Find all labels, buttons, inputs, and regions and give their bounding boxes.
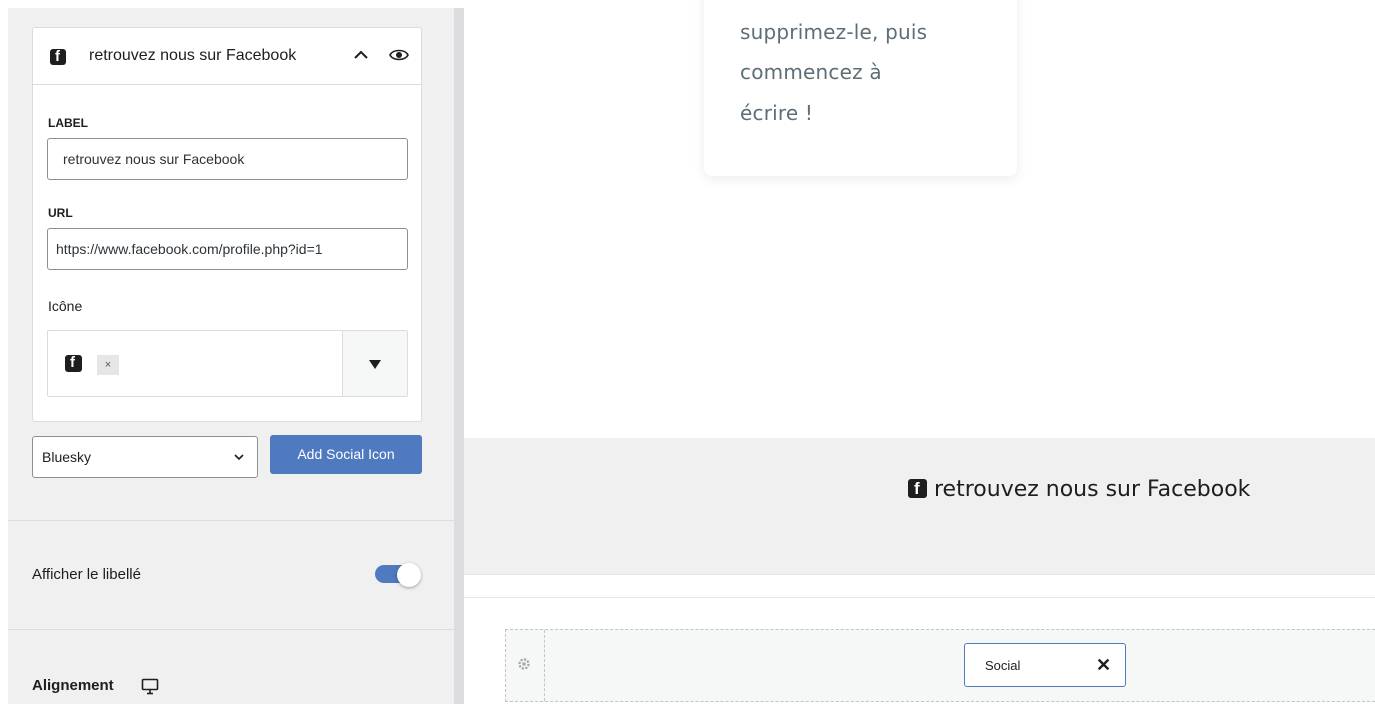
- alignment-label: Alignement: [32, 677, 114, 694]
- gear-icon[interactable]: [516, 656, 532, 672]
- social-link-label: retrouvez nous sur Facebook: [934, 477, 1251, 502]
- toggle-knob: [397, 563, 421, 587]
- social-item-title: retrouvez nous sur Facebook: [89, 47, 297, 64]
- icon-field-label: Icône: [48, 298, 83, 314]
- divider: [464, 574, 1375, 575]
- chevron-down-icon: [234, 454, 244, 461]
- show-label-toggle[interactable]: [375, 563, 423, 587]
- social-item-card: retrouvez nous sur Facebook LABEL retrou…: [32, 27, 422, 422]
- builder-row: Social ✕: [505, 629, 1375, 702]
- footer-social-area: retrouvez nous sur Facebook: [464, 438, 1375, 574]
- label-input[interactable]: retrouvez nous sur Facebook: [47, 138, 408, 180]
- chevron-up-icon[interactable]: [351, 45, 371, 65]
- panel-resize-handle[interactable]: [454, 8, 464, 704]
- social-item-header[interactable]: retrouvez nous sur Facebook: [33, 28, 421, 85]
- eye-icon[interactable]: [389, 47, 409, 63]
- divider: [464, 597, 1375, 598]
- facebook-icon: [65, 354, 82, 372]
- social-network-select[interactable]: Bluesky: [32, 436, 258, 478]
- paragraph-line: commencez à: [740, 60, 882, 84]
- paragraph-block[interactable]: supprimez-le, puis commencez à écrire !: [704, 0, 1017, 176]
- icon-select[interactable]: ×: [47, 330, 408, 397]
- close-icon[interactable]: ✕: [1096, 655, 1111, 675]
- facebook-icon: [50, 48, 66, 66]
- chip-label: Social: [985, 658, 1021, 673]
- url-input[interactable]: https://www.facebook.com/profile.php?id=…: [47, 228, 408, 270]
- social-element-chip[interactable]: Social ✕: [964, 643, 1126, 687]
- label-field-label: LABEL: [48, 116, 88, 130]
- icon-select-dropdown-arrow[interactable]: [342, 331, 407, 396]
- show-label-text: Afficher le libellé: [32, 566, 141, 583]
- add-social-icon-button[interactable]: Add Social Icon: [270, 435, 422, 474]
- divider: [8, 629, 454, 630]
- facebook-icon: [908, 478, 927, 499]
- url-field-label: URL: [48, 206, 73, 220]
- monitor-icon[interactable]: [141, 678, 159, 695]
- social-link-facebook[interactable]: retrouvez nous sur Facebook: [908, 477, 1250, 502]
- builder-row-divider: [544, 630, 545, 701]
- paragraph-line: écrire !: [740, 101, 814, 125]
- divider: [8, 520, 454, 521]
- social-network-select-value: Bluesky: [42, 449, 92, 465]
- paragraph-line: supprimez-le, puis: [740, 20, 928, 44]
- remove-icon-button[interactable]: ×: [97, 355, 119, 375]
- customizer-panel: retrouvez nous sur Facebook LABEL retrou…: [8, 8, 454, 704]
